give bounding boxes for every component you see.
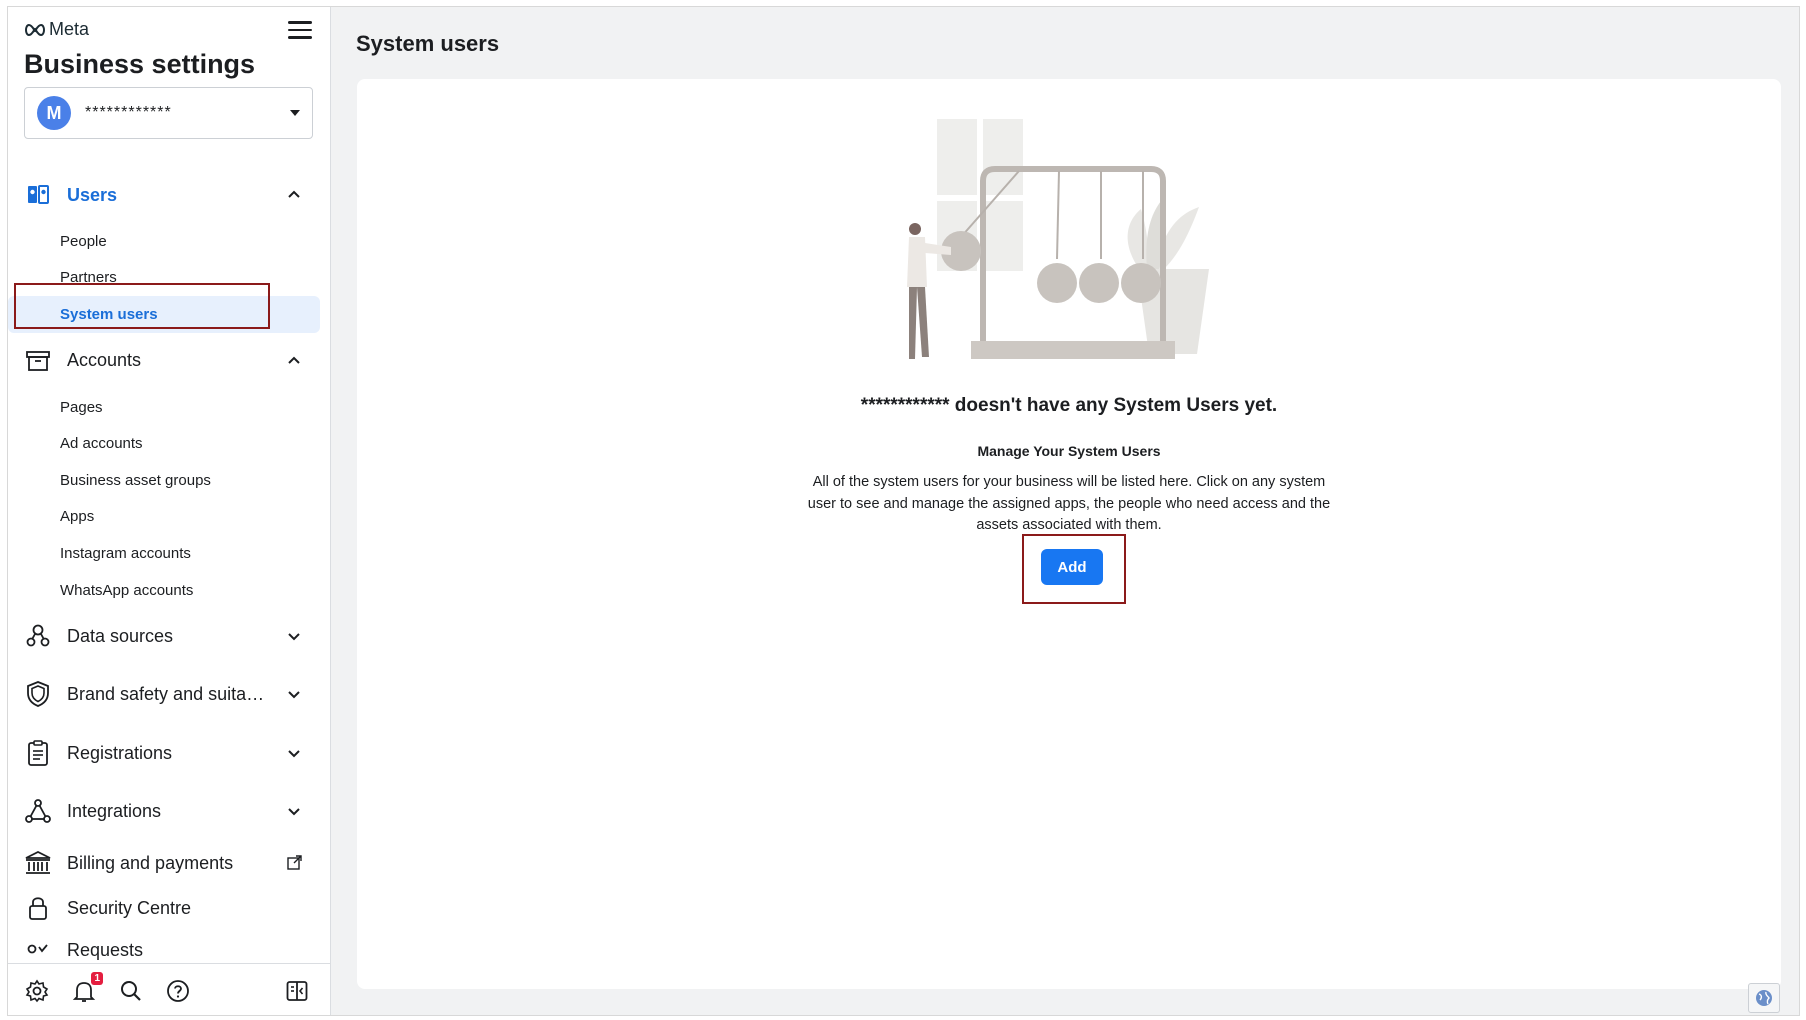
sidebar-item-partners[interactable]: Partners [8,260,330,297]
nav-group-label: Registrations [67,742,173,763]
meta-logo: Meta [24,19,89,40]
chevron-down-icon [288,808,300,816]
chevron-down-icon [288,750,300,758]
meta-wordmark: Meta [49,19,90,39]
sidebar-item-people[interactable]: People [8,223,330,260]
business-name: ************ [85,104,172,121]
nav-group-label: Integrations [67,800,162,821]
empty-state-heading: ************ doesn't have any System Use… [860,395,1278,416]
sidebar-footer: 1 [8,963,330,1015]
notifications-bell-icon[interactable]: 1 [71,971,103,1004]
globe-icon[interactable] [1748,983,1780,1013]
empty-state-description: All of the system users for your busines… [807,474,1331,533]
sidebar-item-instagram-accounts[interactable]: Instagram accounts [8,535,330,572]
business-account-selector[interactable]: M ************ [24,87,313,139]
chevron-up-icon [288,190,300,198]
sidebar-item-business-asset-groups[interactable]: Business asset groups [8,462,330,499]
nav-group-data-sources[interactable]: Data sources [8,608,330,664]
newtons-cradle-illustration [907,119,1209,359]
shield-icon [24,680,52,708]
main-title: System users [356,31,500,56]
sidebar-item-apps[interactable]: Apps [8,499,330,536]
menu-icon[interactable] [288,21,312,41]
nav-group-accounts[interactable]: Accounts [8,333,330,389]
nav-group-label: Billing and payments [67,852,234,873]
nav-group-security-centre[interactable]: Security Centre [8,886,330,930]
users-icon [24,181,52,209]
data-sources-icon [24,622,52,650]
chevron-up-icon [288,356,300,364]
sidebar-item-ad-accounts[interactable]: Ad accounts [8,425,330,462]
add-system-user-button[interactable]: Add [1041,549,1103,585]
sidebar-item-pages[interactable]: Pages [8,389,330,426]
nav-group-users[interactable]: Users [8,167,330,223]
nav-group-label: Users [67,184,118,205]
app-frame: Meta Business settings M ************ Us… [7,6,1800,1016]
nav-group-integrations[interactable]: Integrations [8,782,330,840]
nav-group-label: Brand safety and suitabil... [67,683,272,704]
nav-group-registrations[interactable]: Registrations [8,724,330,782]
sidebar: Meta Business settings M ************ Us… [8,7,331,1015]
nav-group-label: Requests [67,939,144,960]
nav-group-billing[interactable]: Billing and payments [8,840,330,886]
bank-icon [24,849,52,877]
archive-box-icon [24,347,52,375]
caret-down-icon [290,110,300,116]
clipboard-icon [24,739,52,767]
empty-state-card: ************ doesn't have any System Use… [357,79,1781,989]
panel-toggle-icon[interactable] [284,978,310,1004]
chevron-down-icon [288,633,300,641]
sidebar-nav: Users People Partners System users Accou… [8,167,330,970]
integrations-icon [24,797,52,825]
gear-icon[interactable] [24,978,50,1004]
search-icon[interactable] [118,978,144,1004]
lock-icon [24,894,52,922]
nav-group-brand-safety[interactable]: Brand safety and suitabil... [8,664,330,724]
avatar: M [37,96,71,130]
page-heading: Business settings [24,49,256,79]
nav-group-label: Data sources [67,625,174,646]
sidebar-item-whatsapp-accounts[interactable]: WhatsApp accounts [8,572,330,609]
nav-group-label: Accounts [67,350,142,371]
chevron-down-icon [288,691,300,699]
key-icon [24,936,52,964]
meta-infinity-icon [25,23,45,36]
notification-badge: 1 [91,971,103,985]
sidebar-item-system-users[interactable]: System users [8,296,320,333]
external-link-icon [287,855,302,871]
help-icon[interactable] [165,978,191,1004]
empty-state-subheading: Manage Your System Users [977,443,1161,459]
nav-group-label: Security Centre [67,897,192,918]
